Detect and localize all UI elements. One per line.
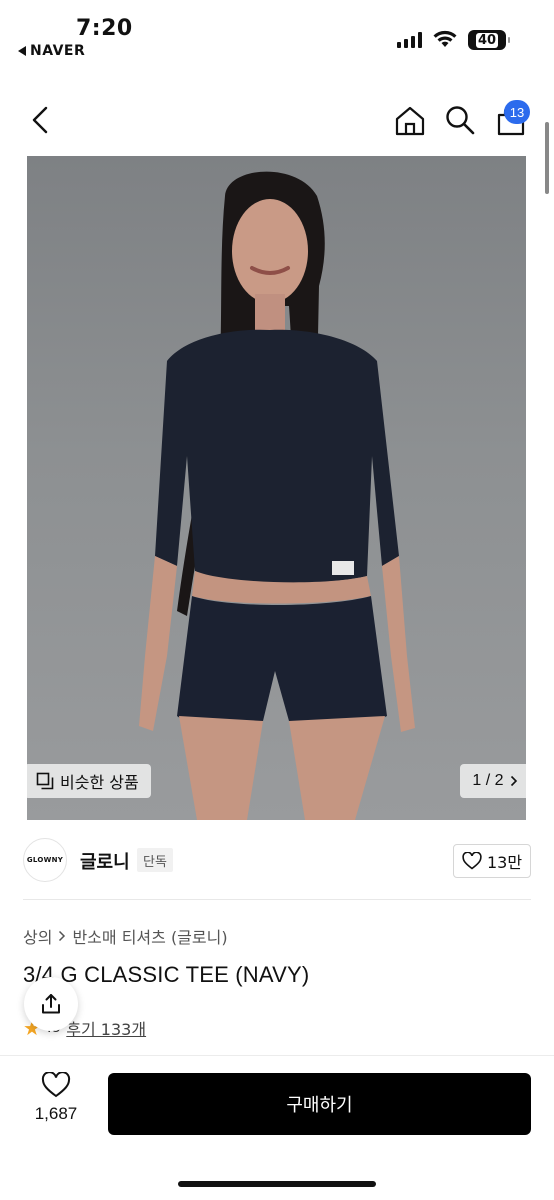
section-divider <box>23 899 531 900</box>
breadcrumb: 상의 반소매 티셔츠 (글로니) <box>23 924 228 948</box>
back-to-app-link[interactable]: NAVER <box>18 43 85 59</box>
top-navigation <box>0 90 554 150</box>
breadcrumb-subcategory[interactable]: 반소매 티셔츠 (글로니) <box>72 924 227 948</box>
wishlist-count: 1,687 <box>34 1104 78 1123</box>
cart-count-badge: 13 <box>504 100 530 124</box>
battery-icon: 40 <box>468 30 510 50</box>
wifi-icon <box>433 30 457 47</box>
cellular-signal-icon <box>397 32 422 48</box>
bottom-bar-divider <box>0 1055 554 1056</box>
status-bar: 7:20 NAVER 40 <box>0 0 554 72</box>
similar-products-label: 비슷한 상품 <box>60 773 139 792</box>
breadcrumb-chevron-icon <box>59 930 66 942</box>
breadcrumb-category[interactable]: 상의 <box>23 924 52 948</box>
page-indicator-text: 1 / 2 <box>472 772 504 789</box>
buy-button[interactable]: 구매하기 <box>108 1073 531 1135</box>
brand-like-button[interactable]: 13만 <box>453 844 531 878</box>
brand-row: GLOWNY 글로니 단독 13만 <box>0 830 554 890</box>
back-triangle-icon <box>18 46 26 56</box>
similar-items-icon <box>36 772 54 790</box>
image-page-indicator[interactable]: 1 / 2 <box>460 764 530 798</box>
similar-products-button[interactable]: 비슷한 상품 <box>24 764 151 798</box>
brand-logo[interactable]: GLOWNY <box>23 838 67 882</box>
back-app-label: NAVER <box>30 43 86 59</box>
brand-like-count: 13만 <box>486 853 523 872</box>
brand-name[interactable]: 글로니 <box>80 848 130 874</box>
wishlist-button[interactable]: 1,687 <box>26 1072 86 1134</box>
heart-icon <box>462 852 482 870</box>
model-photo <box>139 171 415 820</box>
back-chevron-icon[interactable] <box>26 104 56 136</box>
search-icon[interactable] <box>444 104 476 136</box>
status-time: 7:20 <box>76 16 133 41</box>
scroll-indicator[interactable] <box>545 122 549 194</box>
share-icon <box>42 994 60 1014</box>
chevron-right-icon <box>510 775 517 787</box>
exclusive-badge: 단독 <box>137 848 173 872</box>
home-indicator[interactable] <box>178 1181 376 1187</box>
product-image[interactable] <box>27 156 526 820</box>
battery-level: 40 <box>475 32 499 48</box>
reviews-link[interactable]: 후기 133개 <box>66 1016 146 1040</box>
heart-icon <box>41 1072 71 1098</box>
home-icon[interactable] <box>393 104 427 138</box>
share-button[interactable] <box>24 977 78 1031</box>
